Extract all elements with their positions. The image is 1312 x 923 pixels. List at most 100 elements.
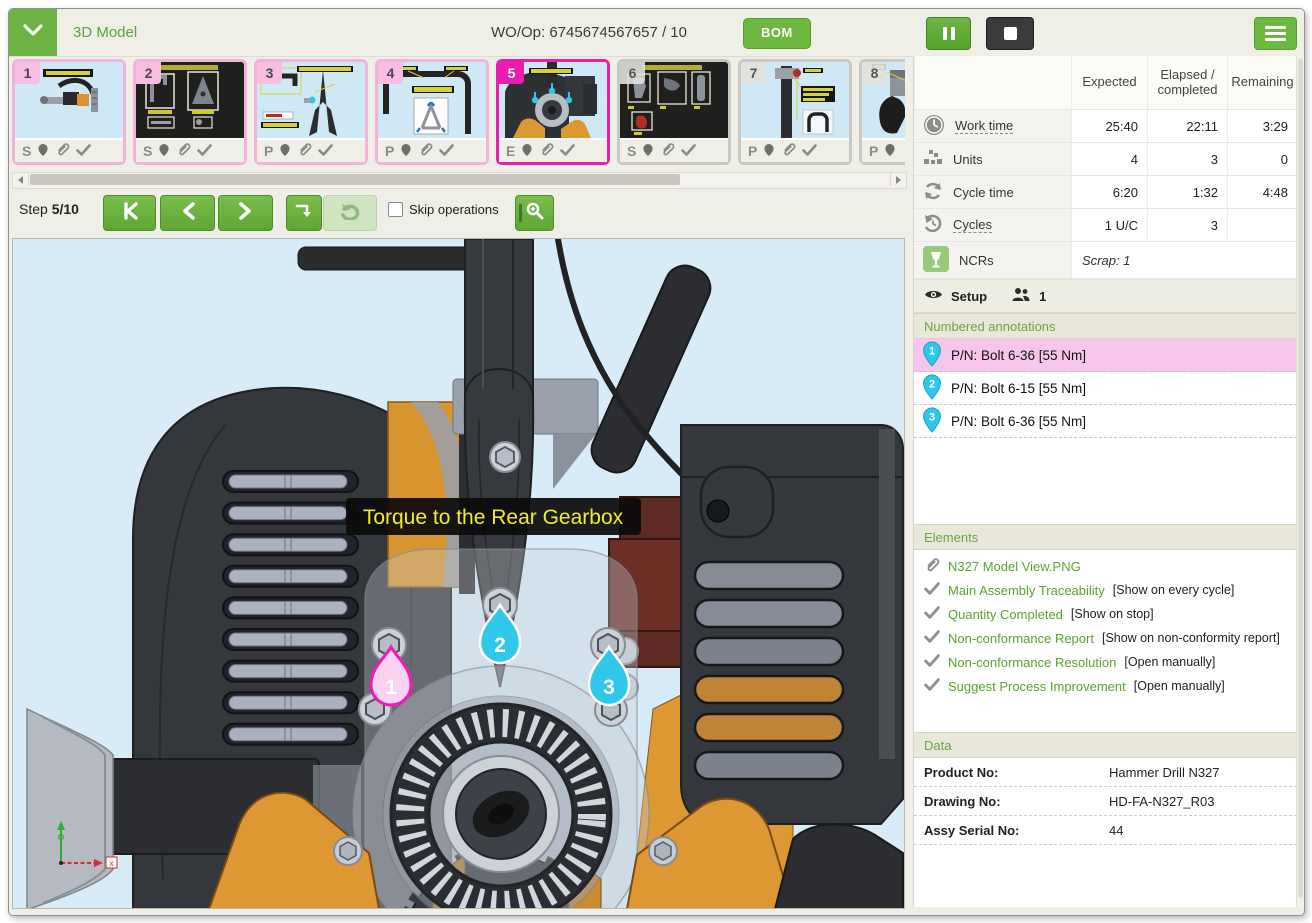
pause-button[interactable] xyxy=(926,17,971,50)
prev-step-icon xyxy=(181,202,195,225)
location-icon xyxy=(884,143,896,160)
zoom-button[interactable] xyxy=(515,195,554,231)
thumbnail-status-bar: S xyxy=(136,140,244,162)
cycle-time-elapsed: 1:32 xyxy=(1147,176,1227,209)
operation-stats-table: Expected Elapsed / completed Remaining W… xyxy=(914,56,1297,280)
work-time-expected: 25:40 xyxy=(1071,110,1147,143)
cycle-time-label: Cycle time xyxy=(953,185,1014,200)
location-icon xyxy=(400,143,412,160)
cycles-label[interactable]: Cycles xyxy=(953,217,992,233)
collapse-panel-button[interactable] xyxy=(9,9,57,56)
scrollbar-thumb[interactable] xyxy=(30,174,680,185)
paperclip-icon xyxy=(539,142,554,160)
paperclip-icon xyxy=(660,142,675,160)
row-ncrs: NCRs Scrap: 1 xyxy=(914,242,1297,279)
skip-operations-control: Skip operations xyxy=(388,202,499,217)
stop-button[interactable] xyxy=(986,17,1034,50)
map-pin-icon: 1 xyxy=(922,341,942,370)
paperclip-icon xyxy=(781,142,796,160)
first-step-button[interactable] xyxy=(103,195,156,231)
numbered-annotations-header: Numbered annotations xyxy=(914,313,1297,339)
annotation-item-1[interactable]: 1 P/N: Bolt 6-36 [55 Nm] xyxy=(914,339,1297,372)
annotation-item-3[interactable]: 3 P/N: Bolt 6-36 [55 Nm] xyxy=(914,405,1297,438)
cycles-icon xyxy=(923,214,943,237)
svg-text:x: x xyxy=(110,859,114,868)
check-icon xyxy=(802,143,817,159)
panel-scrollbar[interactable] xyxy=(1296,56,1305,907)
next-step-button[interactable] xyxy=(218,195,273,231)
location-icon xyxy=(37,143,49,160)
step-counter: Step 5/10 xyxy=(19,201,79,217)
setup-label: Setup xyxy=(951,289,987,304)
scroll-right-arrow[interactable] xyxy=(890,173,906,186)
thumbnail-step-1[interactable]: 1 S xyxy=(12,59,126,165)
thumbnail-step-5-active[interactable]: 5 E xyxy=(496,59,610,165)
units-label: Units xyxy=(953,152,983,167)
ncrs-label: NCRs xyxy=(959,253,994,268)
paperclip-icon xyxy=(418,142,433,160)
paperclip-icon xyxy=(176,142,191,160)
step-type-letter: P xyxy=(264,143,273,159)
thumbnail-status-bar: P xyxy=(741,140,849,162)
element-non-conformance-resolution[interactable]: Non-conformance Resolution[Open manually… xyxy=(914,650,1305,674)
ncr-note: Scrap: 1 xyxy=(1071,242,1297,279)
zoom-slider-handle xyxy=(519,204,522,222)
cycle-time-expected: 6:20 xyxy=(1071,176,1147,209)
paperclip-icon xyxy=(55,142,70,160)
first-step-icon xyxy=(120,202,140,225)
row-cycle-time: Cycle time 6:20 1:32 4:48 xyxy=(914,176,1297,209)
annotation-text: P/N: Bolt 6-36 [55 Nm] xyxy=(951,348,1086,363)
jump-to-step-button[interactable] xyxy=(286,195,322,231)
menu-button[interactable] xyxy=(1254,17,1297,50)
elements-header: Elements xyxy=(914,524,1297,550)
thumbnail-number: 1 xyxy=(15,62,40,84)
cycles-remaining xyxy=(1227,209,1297,242)
element-non-conformance-report[interactable]: Non-conformance Report[Show on non-confo… xyxy=(914,626,1305,650)
model-viewport[interactable]: x Torque to the Rear Gearbox 2 1 3 xyxy=(12,238,905,909)
element-main-assembly-traceability[interactable]: Main Assembly Traceability[Show on every… xyxy=(914,578,1305,602)
thumbnail-step-4[interactable]: 4 P xyxy=(375,59,489,165)
skip-operations-label: Skip operations xyxy=(409,202,499,217)
thumbnail-step-3[interactable]: 3 P xyxy=(254,59,368,165)
paperclip-icon xyxy=(297,142,312,160)
page-title: 3D Model xyxy=(73,9,137,56)
step-thumbnail-strip: 1 S 2 S 3 xyxy=(12,59,905,169)
scroll-left-arrow[interactable] xyxy=(13,173,29,186)
thumbnail-number: 5 xyxy=(499,62,524,84)
eye-icon xyxy=(924,288,943,304)
undo-button[interactable] xyxy=(323,195,377,231)
jump-step-icon xyxy=(295,202,313,225)
previous-step-button[interactable] xyxy=(160,195,215,231)
thumbnail-status-bar: S xyxy=(620,140,728,162)
thumbnail-step-7[interactable]: 7 P xyxy=(738,59,852,165)
annotation-item-2[interactable]: 2 P/N: Bolt 6-15 [55 Nm] xyxy=(914,372,1297,405)
element-quantity-completed[interactable]: Quantity Completed[Show on stop] xyxy=(914,602,1305,626)
bom-button[interactable]: BOM xyxy=(743,18,811,49)
check-icon xyxy=(924,582,940,598)
thumbnail-step-2[interactable]: 2 S xyxy=(133,59,247,165)
units-remaining: 0 xyxy=(1227,143,1297,176)
check-icon xyxy=(76,143,91,159)
top-bar: 3D Model WO/Op: 6745674567657 / 10 BOM xyxy=(9,9,1304,57)
work-time-elapsed: 22:11 xyxy=(1147,110,1227,143)
step-type-letter: S xyxy=(627,143,636,159)
cycle-icon xyxy=(923,181,943,204)
check-icon xyxy=(197,143,212,159)
location-icon xyxy=(763,143,775,160)
menu-icon xyxy=(1265,26,1286,29)
element-model-view[interactable]: N327 Model View.PNG xyxy=(914,554,1305,578)
model-3d-scene: x Torque to the Rear Gearbox 2 1 3 xyxy=(13,239,904,908)
element-suggest-process-improvement[interactable]: Suggest Process Improvement[Open manuall… xyxy=(914,674,1305,698)
thumbnail-step-6[interactable]: 6 S xyxy=(617,59,731,165)
work-time-label[interactable]: Work time xyxy=(955,118,1013,134)
skip-operations-checkbox[interactable] xyxy=(388,202,403,217)
svg-text:1: 1 xyxy=(385,676,397,699)
thumbnail-number: 6 xyxy=(620,62,645,84)
scrollbar-thumb[interactable] xyxy=(1298,58,1303,898)
thumbnail-status-bar: P xyxy=(378,140,486,162)
setup-bar[interactable]: Setup 1 xyxy=(914,280,1297,313)
attachment-icon xyxy=(924,557,940,576)
elements-list: N327 Model View.PNG Main Assembly Tracea… xyxy=(914,550,1305,698)
thumbnail-step-8[interactable]: 8 P xyxy=(859,59,905,165)
thumbnail-scrollbar[interactable] xyxy=(12,172,907,189)
